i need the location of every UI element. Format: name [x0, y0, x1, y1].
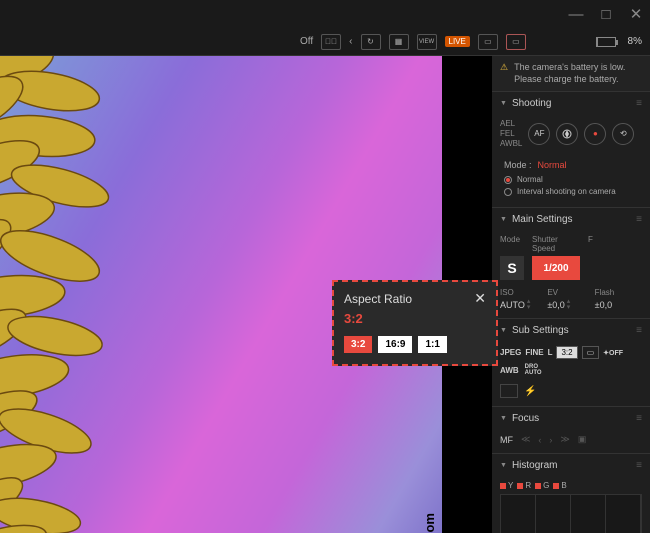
- battery-percent: 8%: [628, 36, 642, 47]
- view-button[interactable]: VIEW: [417, 34, 437, 50]
- dro-auto[interactable]: DRO AUTO: [525, 365, 542, 376]
- radio-interval[interactable]: Interval shooting on camera: [504, 187, 642, 196]
- quality-fine[interactable]: FINE: [525, 348, 543, 357]
- hist-g[interactable]: G: [535, 481, 549, 490]
- battery-icon: [596, 37, 616, 47]
- close-button[interactable]: ✕: [630, 8, 642, 20]
- format-jpeg[interactable]: JPEG: [500, 348, 521, 357]
- minimize-button[interactable]: —: [570, 8, 582, 20]
- preview-subject: [0, 56, 200, 533]
- focus-step-fwd-icon[interactable]: ›: [549, 435, 552, 445]
- battery-warning: ⚠ The camera's battery is low. Please ch…: [492, 56, 650, 91]
- popup-title: Aspect Ratio: [344, 292, 412, 306]
- ratio-3-2[interactable]: 3:2: [344, 336, 372, 353]
- ev-value[interactable]: ±0,0▴▾: [547, 299, 594, 310]
- hist-y[interactable]: Y: [500, 481, 513, 490]
- window-titlebar: — □ ✕: [0, 0, 650, 28]
- grid-icon[interactable]: ▦: [389, 34, 409, 50]
- mode-label: Mode :: [504, 160, 532, 170]
- radio-normal[interactable]: Normal: [504, 175, 642, 184]
- exposure-mode[interactable]: S: [500, 256, 524, 280]
- sub-settings-header[interactable]: ▼Sub Settings≡: [492, 319, 650, 342]
- focus-far-icon[interactable]: ≫: [560, 434, 569, 445]
- aspect-ratio-popup: Aspect Ratio ✕ 3:2 3:2 16:9 1:1: [332, 280, 498, 366]
- frame-icon[interactable]: ▭: [582, 346, 600, 359]
- hist-r[interactable]: R: [517, 481, 531, 490]
- main-settings-header[interactable]: ▼Main Settings≡: [492, 208, 650, 231]
- focus-header[interactable]: ▼Focus≡: [492, 407, 650, 430]
- af-button[interactable]: AF: [528, 123, 550, 145]
- metering-icon[interactable]: [500, 384, 518, 398]
- ratio-1-1[interactable]: 1:1: [418, 336, 446, 353]
- focus-mode-mf[interactable]: MF: [500, 435, 513, 445]
- popup-close-icon[interactable]: ✕: [474, 290, 486, 307]
- focus-step-back-icon[interactable]: ‹: [538, 435, 541, 445]
- ratio-16-9[interactable]: 16:9: [378, 336, 412, 353]
- shutter-button[interactable]: [556, 123, 578, 145]
- focus-area-icon[interactable]: ▣: [578, 434, 587, 445]
- rotate-icon[interactable]: ↻: [361, 34, 381, 50]
- display-icon[interactable]: ▭: [478, 34, 498, 50]
- flash-icon[interactable]: ⚡: [524, 386, 536, 397]
- wb-awb[interactable]: AWB: [500, 366, 519, 375]
- effect-off[interactable]: ✦OFF: [603, 349, 623, 357]
- hist-b[interactable]: B: [553, 481, 566, 490]
- top-toolbar: Off �⃝ ‹ ↻ ▦ VIEW LIVE ▭ ▭ 8%: [0, 28, 650, 56]
- warning-text: The camera's battery is low. Please char…: [514, 62, 642, 85]
- lock-labels: AELFELAWBL: [500, 119, 522, 148]
- arrow-left-icon[interactable]: ‹: [349, 36, 352, 47]
- flash-value[interactable]: ±0,0: [595, 300, 642, 310]
- zoom-icon[interactable]: �⃝: [321, 34, 341, 50]
- warning-icon: ⚠: [500, 62, 508, 85]
- histogram-header[interactable]: ▼Histogram≡: [492, 454, 650, 477]
- settings-wheel-button[interactable]: ⟲: [612, 123, 634, 145]
- record-button[interactable]: ●: [584, 123, 606, 145]
- shooting-header[interactable]: ▼Shooting≡: [492, 92, 650, 115]
- size-l[interactable]: L: [548, 348, 553, 357]
- iso-value[interactable]: AUTO▴▾: [500, 299, 547, 310]
- live-indicator: LIVE: [445, 36, 470, 47]
- shutter-speed[interactable]: 1/200: [532, 256, 580, 280]
- mode-value: Normal: [538, 160, 567, 170]
- watermark-text: www.LMscope.com: [422, 513, 437, 533]
- popup-current-value: 3:2: [344, 311, 486, 326]
- maximize-button[interactable]: □: [600, 8, 612, 20]
- right-sidebar: ⚠ The camera's battery is low. Please ch…: [492, 56, 650, 533]
- histogram-display: [500, 494, 642, 533]
- aspect-ratio-button[interactable]: 3:2: [556, 346, 577, 359]
- focus-near-icon[interactable]: ≪: [521, 434, 530, 445]
- marker-icon[interactable]: ▭: [506, 34, 526, 50]
- off-toggle[interactable]: Off: [300, 36, 313, 47]
